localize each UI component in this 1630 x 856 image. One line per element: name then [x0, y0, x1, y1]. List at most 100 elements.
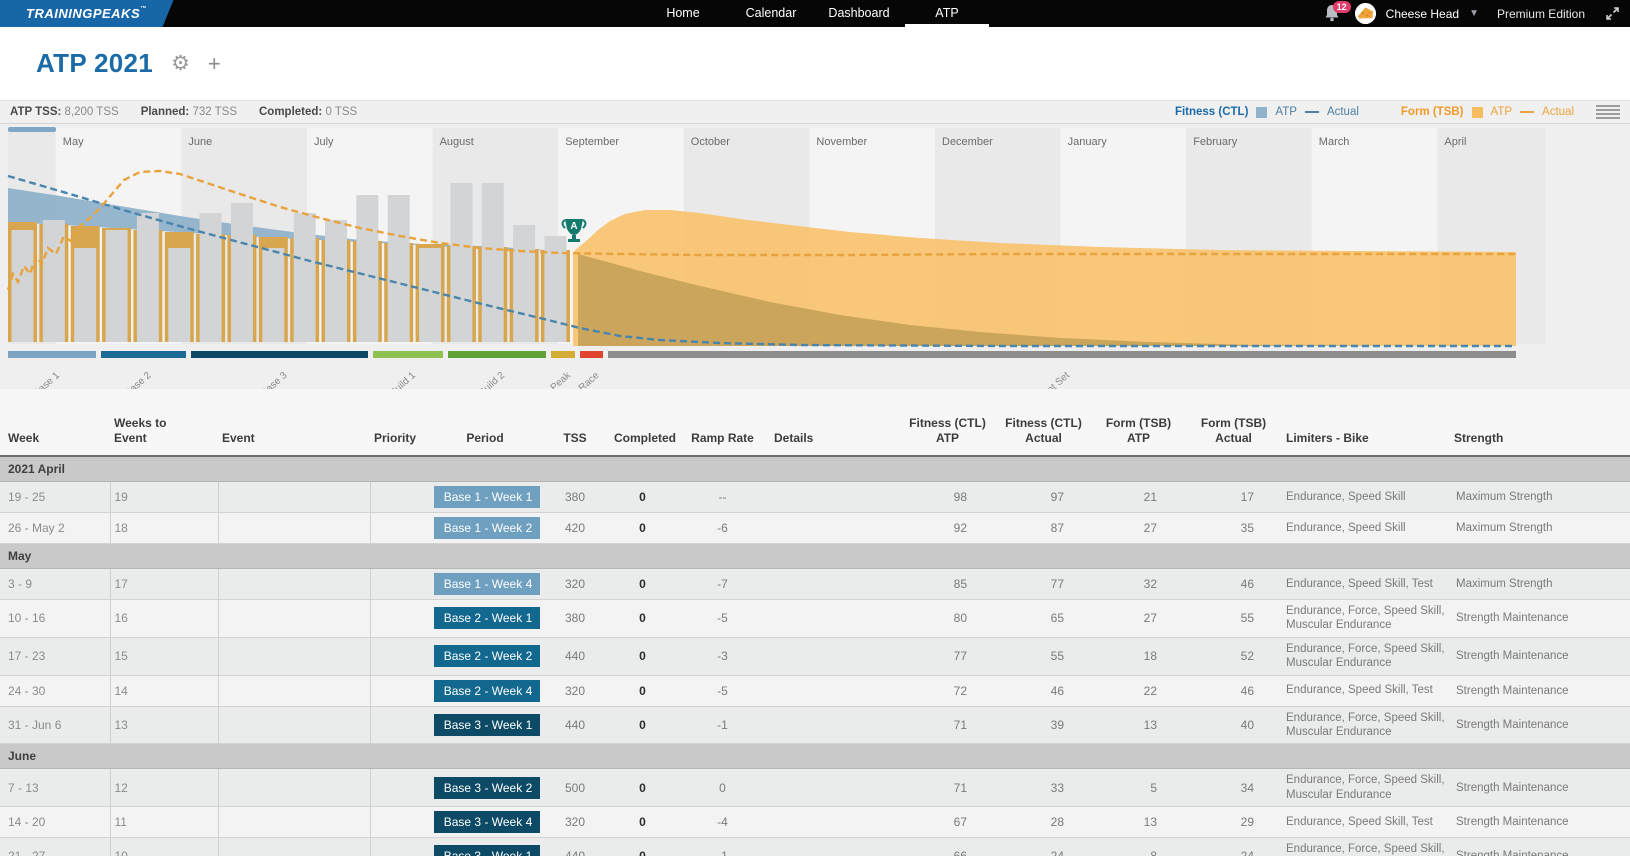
fullscreen-icon[interactable] [1605, 6, 1620, 21]
limiters-bike-cell: Endurance, Force, Speed Skill, Muscular … [1282, 637, 1450, 675]
completed-cell: 0 [610, 637, 675, 675]
fitness-ctl-actual-cell: 65 [995, 600, 1092, 638]
add-plus-icon[interactable]: + [208, 51, 221, 77]
week-bar-tss [419, 248, 441, 342]
fitness-ctl-atp-cell: 85 [900, 569, 995, 600]
table-row-week-10-16[interactable]: 10 - 1616Base 2 - Week 13800-580652755En… [0, 600, 1630, 638]
month-label-december: December [942, 136, 993, 148]
details-cell [770, 838, 900, 856]
details-cell [770, 513, 900, 544]
period-band-not-set [608, 351, 1516, 358]
period-badge[interactable]: Base 1 - Week 2 [434, 517, 542, 539]
user-menu-caret-icon[interactable]: ▼ [1469, 8, 1479, 19]
nav-tab-home[interactable]: Home [639, 0, 727, 27]
settings-gear-icon[interactable]: ⚙ [171, 51, 190, 76]
period-badge[interactable]: Base 3 - Week 4 [434, 811, 542, 833]
atp-chart-svg: MayJuneJulyAugustSeptemberOctoberNovembe… [0, 124, 1630, 389]
priority-cell [370, 600, 430, 638]
period-band-label: Peak [549, 369, 574, 389]
event-cell [218, 569, 370, 600]
period-cell: Base 1 - Week 2 [430, 513, 540, 544]
trainingpeaks-logo[interactable]: TRAININGPEAKS™ [0, 0, 190, 27]
period-badge[interactable]: Base 2 - Week 4 [434, 680, 542, 702]
table-row-week-19-25[interactable]: 19 - 2519Base 1 - Week 13800--98972117En… [0, 482, 1630, 513]
strength-cell: Strength Maintenance [1450, 838, 1630, 856]
period-badge[interactable]: Base 2 - Week 1 [434, 607, 542, 629]
week-bar-tss [137, 213, 159, 342]
period-badge[interactable]: Base 2 - Week 2 [434, 645, 542, 667]
notifications-bell[interactable]: 12 [1323, 3, 1345, 25]
fitness-ctl-actual-cell: 97 [995, 482, 1092, 513]
fitness-ctl-actual-cell: 28 [995, 807, 1092, 838]
ramp-rate-cell: -5 [675, 675, 770, 706]
completed-cell: 0 [610, 600, 675, 638]
month-label-january: January [1068, 136, 1108, 148]
group-label: May [0, 544, 1630, 569]
period-badge[interactable]: Base 1 - Week 1 [434, 486, 542, 508]
edition-label: Premium Edition [1497, 7, 1585, 21]
limiters-bike-cell: Endurance, Speed Skill [1282, 482, 1450, 513]
fitness-ctl-atp-cell: 77 [900, 637, 995, 675]
month-label-may: May [63, 136, 84, 148]
completed-cell: 0 [610, 838, 675, 856]
form-tsb-actual-cell: 17 [1185, 482, 1282, 513]
weeks-to-event-cell: 15 [110, 637, 218, 675]
event-cell [218, 513, 370, 544]
weeks-to-event-cell: 18 [110, 513, 218, 544]
chart-menu-icon[interactable] [1596, 103, 1620, 121]
table-row-week-3-9[interactable]: 3 - 917Base 1 - Week 43200-785773246Endu… [0, 569, 1630, 600]
nav-tab-atp[interactable]: ATP [903, 0, 991, 27]
period-badge[interactable]: Base 3 - Week 1 [434, 714, 542, 736]
period-cell: Base 2 - Week 4 [430, 675, 540, 706]
form-tsb-actual-cell: 34 [1185, 769, 1282, 807]
week-bar-tss [513, 225, 535, 342]
form-tsb-actual-cell: 40 [1185, 706, 1282, 744]
nav-tab-calendar[interactable]: Calendar [727, 0, 815, 27]
table-row-week-21-27[interactable]: 21 - 2710Base 3 - Week 14400-16624824End… [0, 838, 1630, 856]
user-menu[interactable]: Cheese Head [1386, 7, 1459, 21]
weeks-to-event-cell: 12 [110, 769, 218, 807]
table-row-week-7-13[interactable]: 7 - 1312Base 3 - Week 2500007133534Endur… [0, 769, 1630, 807]
form-tsb-actual-cell: 46 [1185, 675, 1282, 706]
nav-tab-dashboard[interactable]: Dashboard [815, 0, 903, 27]
completed-cell: 0 [610, 675, 675, 706]
legend-form-actual-line [1520, 111, 1534, 113]
priority-cell [370, 706, 430, 744]
period-band-base-1 [8, 351, 96, 358]
avatar[interactable] [1355, 3, 1376, 24]
weeks-to-event-cell: 14 [110, 675, 218, 706]
period-band-label: Base 2 [123, 370, 154, 389]
table-row-week-17-23[interactable]: 17 - 2315Base 2 - Week 24400-377551852En… [0, 637, 1630, 675]
legend-form-actual: Actual [1542, 106, 1574, 118]
month-label-september: September [565, 136, 619, 148]
fitness-ctl-actual-cell: 24 [995, 838, 1092, 856]
table-row-week-24-30[interactable]: 24 - 3014Base 2 - Week 43200-572462246En… [0, 675, 1630, 706]
period-badge[interactable]: Base 1 - Week 4 [434, 573, 542, 595]
chart-scrollbar-thumb[interactable] [8, 127, 56, 132]
nav-right: 12 Cheese Head ▼ Premium Edition [1323, 0, 1620, 27]
weeks-to-event-cell: 11 [110, 807, 218, 838]
title-bar: ATP 2021 ⚙ + [0, 27, 1630, 100]
event-cell [218, 769, 370, 807]
tss-cell: 440 [540, 706, 610, 744]
table-row-week-31-Jun-6[interactable]: 31 - Jun 613Base 3 - Week 14400-17139134… [0, 706, 1630, 744]
period-badge[interactable]: Base 3 - Week 1 [434, 845, 542, 856]
fitness-ctl-actual-cell: 77 [995, 569, 1092, 600]
form-tsb-actual-cell: 46 [1185, 569, 1282, 600]
table-group-header: 2021 April [0, 456, 1630, 482]
completed-cell: 0 [610, 706, 675, 744]
table-row-week-26-May-2[interactable]: 26 - May 218Base 1 - Week 24200-69287273… [0, 513, 1630, 544]
period-cell: Base 1 - Week 1 [430, 482, 540, 513]
period-band-label: Build 2 [477, 370, 507, 389]
stat-completed: Completed: 0 TSS [259, 106, 357, 118]
col-header-fitness-ctl-atp: Fitness (CTL) ATP [900, 389, 995, 456]
ramp-rate-cell: -1 [675, 706, 770, 744]
col-header-strength: Strength [1450, 389, 1630, 456]
weeks-to-event-cell: 19 [110, 482, 218, 513]
details-cell [770, 769, 900, 807]
period-badge[interactable]: Base 3 - Week 2 [434, 777, 542, 799]
strength-cell: Strength Maintenance [1450, 675, 1630, 706]
table-row-week-14-20[interactable]: 14 - 2011Base 3 - Week 43200-467281329En… [0, 807, 1630, 838]
atp-table: WeekWeeks to EventEventPriorityPeriodTSS… [0, 389, 1630, 856]
group-label: June [0, 744, 1630, 769]
